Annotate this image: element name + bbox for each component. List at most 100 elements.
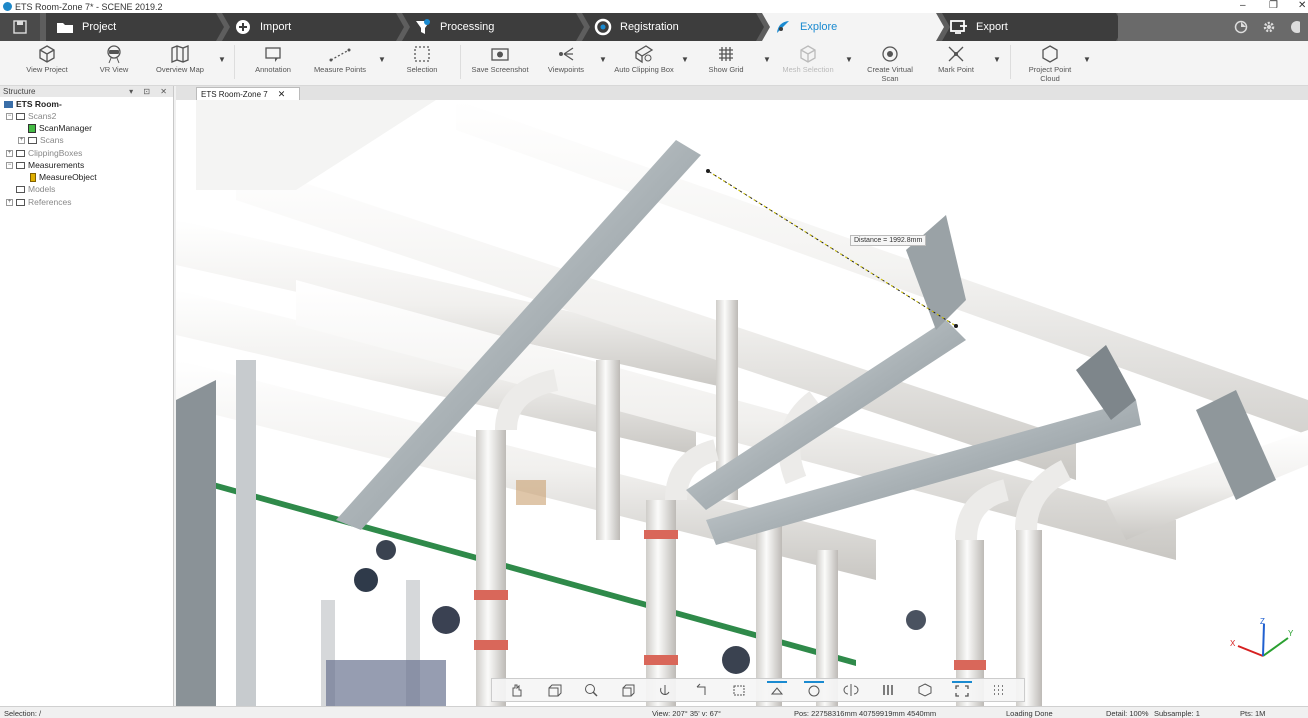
- tab-registration[interactable]: Registration: [582, 13, 764, 41]
- rotate-button[interactable]: [655, 681, 675, 699]
- save-screenshot-button[interactable]: Save Screenshot: [470, 43, 530, 83]
- point-cloud-viewport[interactable]: Distance = 1992.8mm X Y Z: [176, 100, 1308, 706]
- overview-map-button[interactable]: Overview Map: [152, 43, 208, 83]
- help-icon[interactable]: [1290, 20, 1300, 34]
- slice-button[interactable]: [878, 681, 898, 699]
- ribbon-separator: [234, 45, 235, 79]
- show-scans-button[interactable]: [766, 681, 787, 699]
- tree-node-scans2[interactable]: − Scans2: [6, 110, 56, 122]
- main-tab-bar: Project Import Processing Registration E…: [0, 13, 1308, 41]
- expand-icon[interactable]: +: [6, 149, 13, 157]
- status-subsample: Subsample: 1: [1154, 709, 1200, 718]
- title-bar: ETS Room-Zone 7* - SCENE 2019.2 – ❐ ✕: [0, 0, 1308, 13]
- overview-map-dropdown[interactable]: ▼: [218, 55, 226, 64]
- camera-icon: [490, 43, 510, 65]
- navigation-mode-button[interactable]: [507, 681, 527, 699]
- show-scan-positions-button[interactable]: [803, 681, 824, 699]
- auto-clipping-box-button[interactable]: Auto Clipping Box: [612, 43, 676, 83]
- compare-button[interactable]: [841, 681, 861, 699]
- vr-view-button[interactable]: VR View: [96, 43, 132, 83]
- undo-view-button[interactable]: [692, 681, 712, 699]
- tree-node-ets-room[interactable]: ETS Room-: [4, 98, 62, 110]
- axis-y-label: Y: [1288, 629, 1294, 638]
- mark-point-button[interactable]: Mark Point: [934, 43, 978, 83]
- panel-controls[interactable]: ▾ ⊡ ✕: [129, 87, 173, 96]
- create-virtual-scan-button[interactable]: Create Virtual Scan: [862, 43, 918, 83]
- zoom-button[interactable]: [581, 681, 601, 699]
- measure-points-button[interactable]: Measure Points: [312, 43, 368, 83]
- project-point-cloud-button[interactable]: Project Point Cloud: [1024, 43, 1076, 83]
- structure-panel-header: Structure ▾ ⊡ ✕: [0, 86, 173, 97]
- show-grid-button[interactable]: Show Grid: [706, 43, 746, 83]
- tree-node-measurements[interactable]: − Measurements: [6, 159, 84, 171]
- collapse-icon[interactable]: −: [6, 112, 13, 120]
- mesh-selection-dropdown[interactable]: ▼: [845, 55, 853, 64]
- folder-icon: [16, 198, 25, 206]
- clipping-icon: [633, 43, 655, 65]
- annotation-button[interactable]: Annotation: [252, 43, 294, 83]
- structure-panel: Structure ▾ ⊡ ✕ ETS Room- − Scans2 ScanM…: [0, 86, 174, 706]
- export-icon: [950, 18, 968, 36]
- save-button[interactable]: [0, 13, 40, 41]
- tree-node-models[interactable]: Models: [16, 183, 55, 195]
- annotation-icon: [263, 43, 283, 65]
- tab-import[interactable]: Import: [222, 13, 404, 41]
- scan-manager-icon: [28, 123, 36, 133]
- axis-x-label: X: [1230, 639, 1236, 648]
- tree-node-scanmanager[interactable]: ScanManager: [28, 122, 92, 134]
- measure-icon: [329, 43, 351, 65]
- tab-export[interactable]: Export: [942, 13, 1124, 41]
- minimize-button[interactable]: –: [1240, 0, 1246, 11]
- viewpoints-button[interactable]: Viewpoints: [544, 43, 588, 83]
- close-tab-icon[interactable]: ✕: [278, 89, 286, 100]
- folder-icon: [56, 18, 74, 36]
- axis-indicator: X Y Z: [1230, 617, 1294, 657]
- clip-icon: [733, 685, 745, 696]
- expand-icon[interactable]: +: [6, 198, 13, 206]
- tree-node-measureobject[interactable]: MeasureObject: [30, 171, 97, 183]
- mesh-selection-button: Mesh Selection: [780, 43, 836, 83]
- status-loading: Loading Done: [1006, 709, 1053, 718]
- project-icon: [4, 100, 13, 108]
- floppy-disk-icon: [13, 20, 27, 34]
- restore-button[interactable]: ❐: [1269, 0, 1278, 11]
- measure-points-dropdown[interactable]: ▼: [378, 55, 386, 64]
- tab-project[interactable]: Project: [46, 13, 224, 41]
- tree-node-references[interactable]: + References: [6, 196, 71, 208]
- mark-point-icon: [946, 43, 966, 65]
- folder-icon: [16, 149, 25, 157]
- collapse-icon[interactable]: −: [6, 161, 13, 169]
- expand-icon[interactable]: +: [18, 136, 25, 144]
- compare-icon: [843, 684, 859, 696]
- close-window-button[interactable]: ✕: [1298, 0, 1306, 11]
- hand-icon: [512, 684, 522, 697]
- top-right-icons: [1118, 13, 1308, 41]
- fullscreen-button[interactable]: [952, 681, 973, 699]
- distance-label: Distance = 1992.8mm: [850, 235, 927, 246]
- tab-explore[interactable]: Explore: [762, 13, 944, 41]
- show-grid-dropdown[interactable]: ▼: [763, 55, 771, 64]
- import-icon: [234, 18, 252, 36]
- view-direction-button[interactable]: [618, 681, 638, 699]
- document-tab[interactable]: ETS Room-Zone 7 ✕: [196, 87, 300, 100]
- tree-node-scans[interactable]: + Scans: [18, 134, 64, 146]
- tab-processing[interactable]: Processing: [402, 13, 584, 41]
- clipping-toggle-button[interactable]: [729, 681, 749, 699]
- status-selection: Selection: /: [4, 709, 42, 718]
- tree-node-clippingboxes[interactable]: + ClippingBoxes: [6, 147, 82, 159]
- view-project-button[interactable]: View Project: [24, 43, 70, 83]
- window-title: ETS Room-Zone 7* - SCENE 2019.2: [15, 1, 163, 12]
- viewpoints-dropdown[interactable]: ▼: [599, 55, 607, 64]
- 3d-view-button[interactable]: [544, 681, 564, 699]
- settings-gear-icon[interactable]: [1262, 20, 1276, 34]
- mark-point-dropdown[interactable]: ▼: [993, 55, 1001, 64]
- viewport-toolbar: [491, 678, 1025, 702]
- object-view-button[interactable]: [915, 681, 935, 699]
- scans-icon: [770, 687, 783, 695]
- selection-button[interactable]: Selection: [404, 43, 440, 83]
- project-point-cloud-dropdown[interactable]: ▼: [1083, 55, 1091, 64]
- selection-icon: [412, 43, 432, 65]
- auto-clipping-dropdown[interactable]: ▼: [681, 55, 689, 64]
- point-size-button[interactable]: [989, 681, 1009, 699]
- update-icon[interactable]: [1234, 20, 1248, 34]
